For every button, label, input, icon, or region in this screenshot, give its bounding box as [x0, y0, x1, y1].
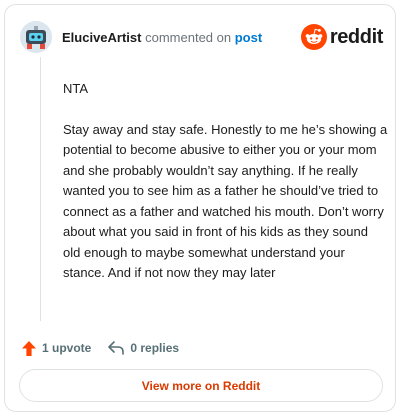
commented-on-text: commented on	[145, 30, 232, 45]
reddit-wordmark: reddit	[329, 25, 384, 48]
comment-header: EluciveArtist commented on post reddit	[20, 21, 385, 55]
upvote-arrow-icon	[22, 340, 36, 356]
avatar[interactable]	[20, 21, 52, 53]
comment-actions: 1 upvote 0 replies	[21, 337, 179, 359]
comment-paragraph: NTA	[63, 81, 89, 96]
reddit-logo-icon	[300, 24, 327, 50]
embedded-comment-card: EluciveArtist commented on post reddit N…	[4, 4, 396, 412]
comment-body: NTA Stay away and stay safe. Honestly to…	[63, 79, 388, 304]
comment-meta: EluciveArtist commented on post	[62, 30, 262, 45]
post-link[interactable]: post	[235, 30, 262, 45]
reply-arrow-icon	[108, 341, 125, 355]
upvote-count: 1 upvote	[42, 341, 92, 355]
username-link[interactable]: EluciveArtist	[62, 30, 141, 45]
replies-button[interactable]: 0 replies	[107, 340, 179, 356]
view-more-label: View more on Reddit	[141, 378, 261, 393]
comment-paragraph: Stay away and stay safe. Honestly to me …	[63, 121, 388, 281]
upvote-button[interactable]: 1 upvote	[21, 340, 91, 357]
view-more-button[interactable]: View more on Reddit	[19, 369, 383, 402]
reddit-logo[interactable]: reddit	[300, 23, 384, 51]
replies-count: 0 replies	[130, 341, 180, 355]
thread-line	[40, 57, 41, 321]
avatar-icon	[20, 21, 52, 53]
